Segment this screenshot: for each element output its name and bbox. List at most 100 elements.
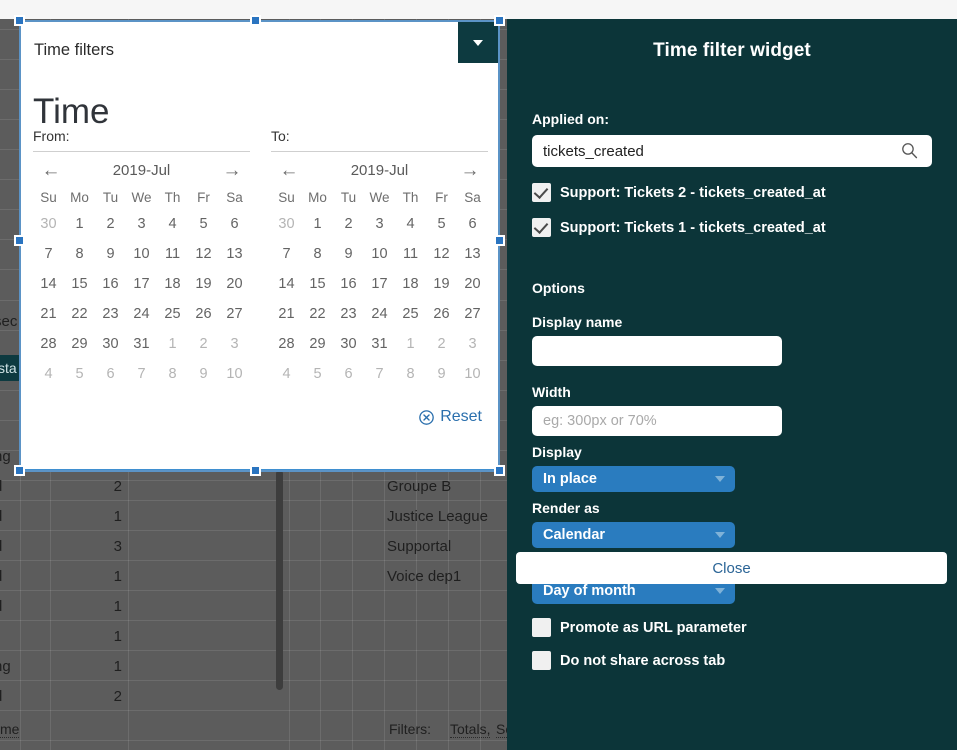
calendar-day[interactable]: 10 bbox=[126, 239, 157, 269]
calendar-day[interactable]: 28 bbox=[33, 329, 64, 359]
arrow-right-icon[interactable]: → bbox=[221, 161, 243, 180]
calendar-day[interactable]: 14 bbox=[271, 269, 302, 299]
calendar-day[interactable]: 6 bbox=[95, 359, 126, 389]
calendar-day[interactable]: 5 bbox=[188, 209, 219, 239]
calendar-day[interactable]: 3 bbox=[364, 209, 395, 239]
calendar-day[interactable]: 30 bbox=[33, 209, 64, 239]
resize-handle-top-center[interactable] bbox=[250, 15, 261, 26]
calendar-day[interactable]: 15 bbox=[64, 269, 95, 299]
render-as-select[interactable]: Calendar bbox=[532, 522, 735, 548]
calendar-day[interactable]: 25 bbox=[157, 299, 188, 329]
background-status-chip[interactable]: sta bbox=[0, 355, 20, 381]
calendar-day[interactable]: 14 bbox=[33, 269, 64, 299]
calendar-day[interactable]: 2 bbox=[426, 329, 457, 359]
calendar-day[interactable]: 26 bbox=[426, 299, 457, 329]
calendar-day[interactable]: 15 bbox=[302, 269, 333, 299]
calendar-day[interactable]: 20 bbox=[219, 269, 250, 299]
resize-handle-top-left[interactable] bbox=[14, 15, 25, 26]
calendar-day[interactable]: 30 bbox=[95, 329, 126, 359]
calendar-day[interactable]: 10 bbox=[457, 359, 488, 389]
calendar-day[interactable]: 6 bbox=[219, 209, 250, 239]
calendar-day[interactable]: 29 bbox=[302, 329, 333, 359]
resize-handle-bottom-right[interactable] bbox=[494, 465, 505, 476]
calendar-day[interactable]: 27 bbox=[457, 299, 488, 329]
source-checkbox-row[interactable]: Support: Tickets 1 - tickets_created_at bbox=[532, 218, 932, 237]
calendar-day[interactable]: 7 bbox=[126, 359, 157, 389]
calendar-day[interactable]: 4 bbox=[157, 209, 188, 239]
calendar-day[interactable]: 23 bbox=[95, 299, 126, 329]
resize-handle-middle-right[interactable] bbox=[494, 235, 505, 246]
calendar-day[interactable]: 5 bbox=[302, 359, 333, 389]
calendar-day[interactable]: 31 bbox=[126, 329, 157, 359]
calendar-day[interactable]: 19 bbox=[188, 269, 219, 299]
calendar-day[interactable]: 13 bbox=[219, 239, 250, 269]
source-checkbox-row[interactable]: Support: Tickets 2 - tickets_created_at bbox=[532, 183, 932, 202]
calendar-day[interactable]: 29 bbox=[64, 329, 95, 359]
no-share-row[interactable]: Do not share across tab bbox=[532, 651, 932, 670]
calendar-day[interactable]: 17 bbox=[126, 269, 157, 299]
calendar-day[interactable]: 22 bbox=[302, 299, 333, 329]
calendar-day[interactable]: 23 bbox=[333, 299, 364, 329]
source-checkbox[interactable] bbox=[532, 218, 551, 237]
calendar-day[interactable]: 3 bbox=[126, 209, 157, 239]
calendar-day[interactable]: 7 bbox=[33, 239, 64, 269]
calendar-day[interactable]: 9 bbox=[188, 359, 219, 389]
calendar-day[interactable]: 20 bbox=[457, 269, 488, 299]
calendar-day[interactable]: 24 bbox=[364, 299, 395, 329]
reset-link[interactable]: Reset bbox=[419, 408, 482, 426]
calendar-day[interactable]: 26 bbox=[188, 299, 219, 329]
promote-url-checkbox[interactable] bbox=[532, 618, 551, 637]
calendar-day[interactable]: 18 bbox=[395, 269, 426, 299]
resize-handle-bottom-left[interactable] bbox=[14, 465, 25, 476]
calendar-day[interactable]: 21 bbox=[33, 299, 64, 329]
calendar-day[interactable]: 10 bbox=[364, 239, 395, 269]
calendar-day[interactable]: 16 bbox=[333, 269, 364, 299]
calendar-day[interactable]: 25 bbox=[395, 299, 426, 329]
calendar-day[interactable]: 1 bbox=[157, 329, 188, 359]
calendar-day[interactable]: 30 bbox=[333, 329, 364, 359]
resize-handle-top-right[interactable] bbox=[494, 15, 505, 26]
calendar-day[interactable]: 28 bbox=[271, 329, 302, 359]
calendar-day[interactable]: 13 bbox=[457, 239, 488, 269]
resize-handle-middle-left[interactable] bbox=[14, 235, 25, 246]
calendar-day[interactable]: 4 bbox=[395, 209, 426, 239]
calendar-day[interactable]: 7 bbox=[271, 239, 302, 269]
dialog-dropdown-button[interactable] bbox=[458, 22, 498, 63]
calendar-day[interactable]: 8 bbox=[395, 359, 426, 389]
calendar-day[interactable]: 5 bbox=[64, 359, 95, 389]
source-checkbox[interactable] bbox=[532, 183, 551, 202]
promote-url-row[interactable]: Promote as URL parameter bbox=[532, 618, 932, 637]
calendar-day[interactable]: 3 bbox=[457, 329, 488, 359]
calendar-day[interactable]: 12 bbox=[188, 239, 219, 269]
calendar-day[interactable]: 3 bbox=[219, 329, 250, 359]
calendar-day[interactable]: 24 bbox=[126, 299, 157, 329]
calendar-day[interactable]: 5 bbox=[426, 209, 457, 239]
calendar-day[interactable]: 21 bbox=[271, 299, 302, 329]
calendar-day[interactable]: 27 bbox=[219, 299, 250, 329]
calendar-day[interactable]: 1 bbox=[302, 209, 333, 239]
calendar-day[interactable]: 12 bbox=[426, 239, 457, 269]
calendar-day[interactable]: 6 bbox=[333, 359, 364, 389]
calendar-day[interactable]: 8 bbox=[157, 359, 188, 389]
background-name-link[interactable]: me bbox=[0, 721, 20, 738]
calendar-day[interactable]: 2 bbox=[333, 209, 364, 239]
arrow-right-icon[interactable]: → bbox=[459, 161, 481, 180]
no-share-checkbox[interactable] bbox=[532, 651, 551, 670]
calendar-day[interactable]: 18 bbox=[157, 269, 188, 299]
calendar-day[interactable]: 9 bbox=[426, 359, 457, 389]
calendar-day[interactable]: 4 bbox=[33, 359, 64, 389]
close-button[interactable]: Close bbox=[516, 552, 947, 584]
calendar-day[interactable]: 1 bbox=[395, 329, 426, 359]
calendar-day[interactable]: 6 bbox=[457, 209, 488, 239]
calendar-day[interactable]: 11 bbox=[395, 239, 426, 269]
background-totals-link[interactable]: Totals, bbox=[450, 721, 491, 738]
background-vertical-scrollbar[interactable] bbox=[276, 470, 283, 690]
calendar-day[interactable]: 2 bbox=[188, 329, 219, 359]
calendar-day[interactable]: 10 bbox=[219, 359, 250, 389]
applied-on-search-input[interactable] bbox=[532, 135, 932, 167]
resize-handle-bottom-center[interactable] bbox=[250, 465, 261, 476]
calendar-day[interactable]: 7 bbox=[364, 359, 395, 389]
display-mode-select[interactable]: In place bbox=[532, 466, 735, 492]
calendar-day[interactable]: 8 bbox=[302, 239, 333, 269]
display-name-input[interactable] bbox=[532, 336, 782, 366]
